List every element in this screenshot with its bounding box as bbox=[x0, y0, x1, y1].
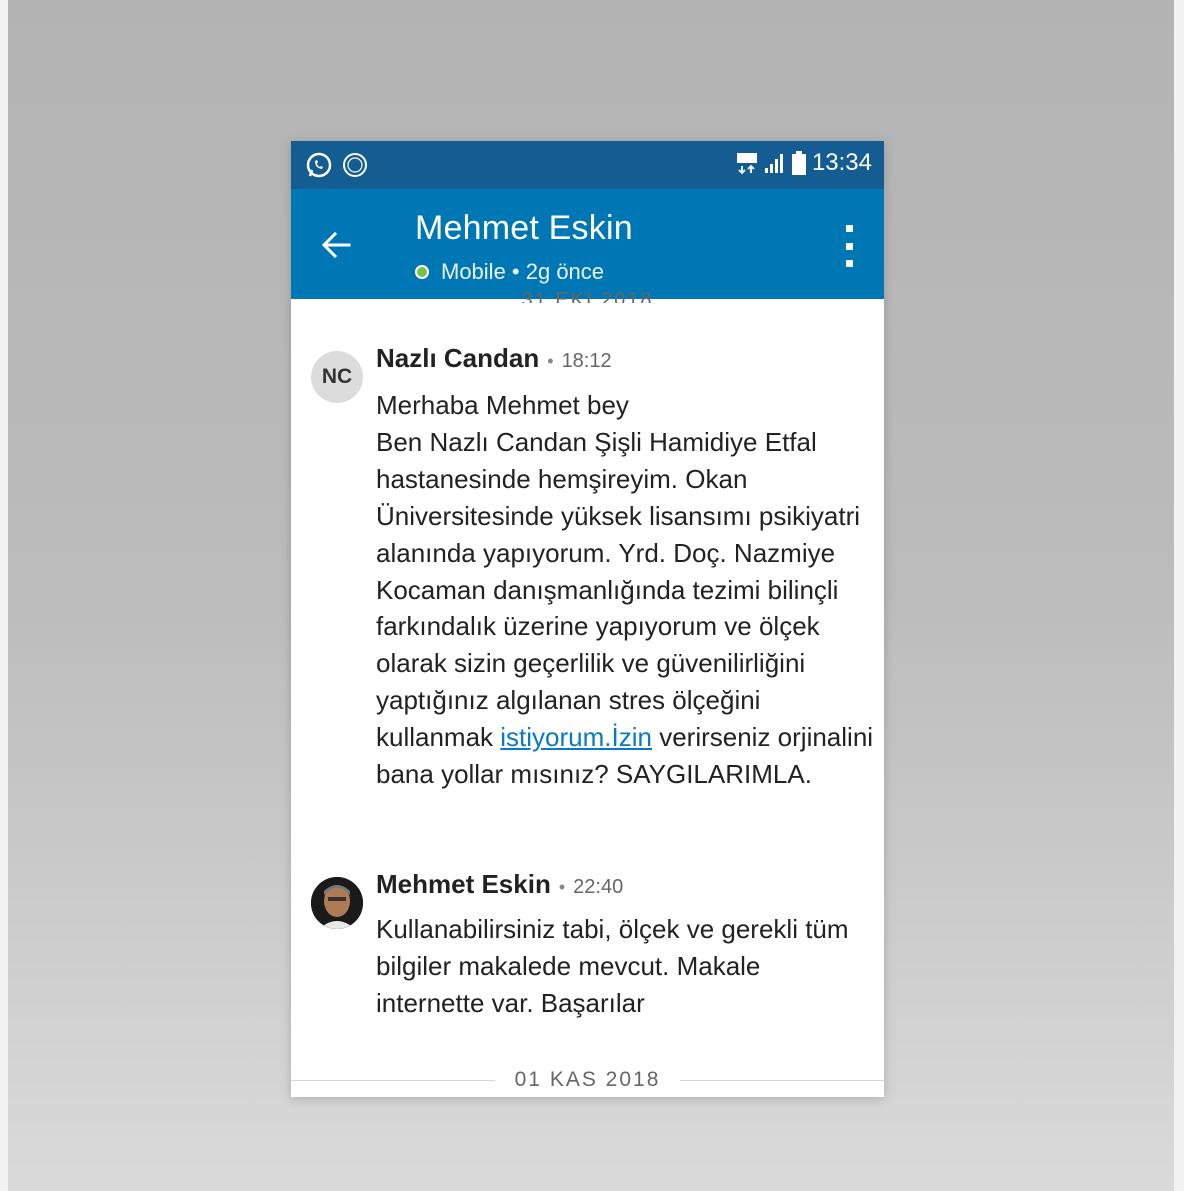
contact-name[interactable]: Mehmet Eskin bbox=[415, 209, 633, 248]
conversation-header: Mehmet Eskin Mobile • 2g önce bbox=[291, 189, 884, 299]
date-label: 01 KAS 2018 bbox=[514, 1068, 661, 1091]
message-time: 22:40 bbox=[573, 876, 624, 898]
divider-line bbox=[680, 1079, 884, 1081]
sender-name[interactable]: Mehmet Eskin bbox=[376, 869, 551, 899]
background-strip-left bbox=[0, 0, 8, 1191]
presence-label: Mobile • 2g önce bbox=[441, 259, 605, 284]
signal-icon bbox=[764, 154, 783, 173]
message-sender: Mehmet Eskin • 22:40 bbox=[376, 869, 624, 899]
status-bar: 13:34 bbox=[291, 141, 884, 189]
avatar[interactable] bbox=[311, 877, 363, 929]
more-options-icon[interactable] bbox=[844, 225, 854, 267]
message-time: 18:12 bbox=[561, 350, 612, 372]
phone-screen: 13:34 Mehmet Eskin Mobile • 2g önce 31 E… bbox=[291, 141, 884, 1097]
avatar[interactable]: NC bbox=[311, 351, 363, 403]
sender-name[interactable]: Nazlı Candan bbox=[376, 343, 539, 373]
sync-icon bbox=[343, 153, 367, 177]
message-body: Merhaba Mehmet bey Ben Nazlı Candan Şişl… bbox=[376, 390, 874, 790]
back-arrow-icon[interactable] bbox=[319, 227, 355, 263]
battery-icon bbox=[791, 151, 806, 175]
profile-photo bbox=[311, 877, 363, 929]
message-list: NC Nazlı Candan • 18:12 Merhaba Mehmet bey… bbox=[291, 299, 884, 1097]
online-indicator bbox=[415, 265, 429, 279]
background-strip-right bbox=[1174, 0, 1184, 1191]
message-sender: Nazlı Candan • 18:12 bbox=[376, 343, 612, 373]
message-body: Kullanabilirsiniz tabi, ölçek ve gerekli… bbox=[376, 914, 849, 1018]
divider-line bbox=[291, 1079, 495, 1081]
message-link[interactable]: istiyorum.İzin bbox=[500, 722, 652, 752]
presence-status: Mobile • 2g önce bbox=[415, 259, 604, 285]
network-4g-icon bbox=[736, 153, 757, 175]
date-divider: 01 KAS 2018 bbox=[291, 1062, 884, 1097]
whatsapp-icon bbox=[306, 152, 332, 178]
status-time: 13:34 bbox=[811, 149, 872, 176]
